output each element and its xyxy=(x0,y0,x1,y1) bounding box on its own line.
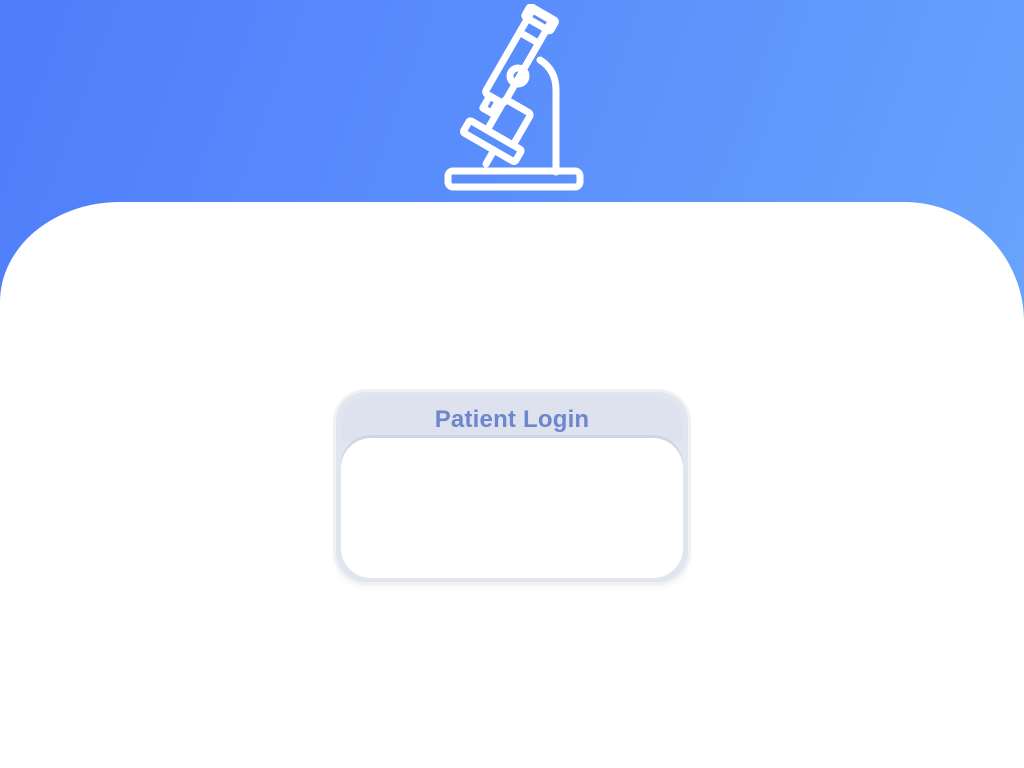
app-root: Patient Login xyxy=(0,0,1024,768)
microscope-icon xyxy=(444,4,584,191)
login-card: Patient Login xyxy=(336,392,688,582)
login-card-header: Patient Login xyxy=(341,397,683,441)
login-title: Patient Login xyxy=(434,406,590,433)
login-card-body xyxy=(341,438,683,578)
